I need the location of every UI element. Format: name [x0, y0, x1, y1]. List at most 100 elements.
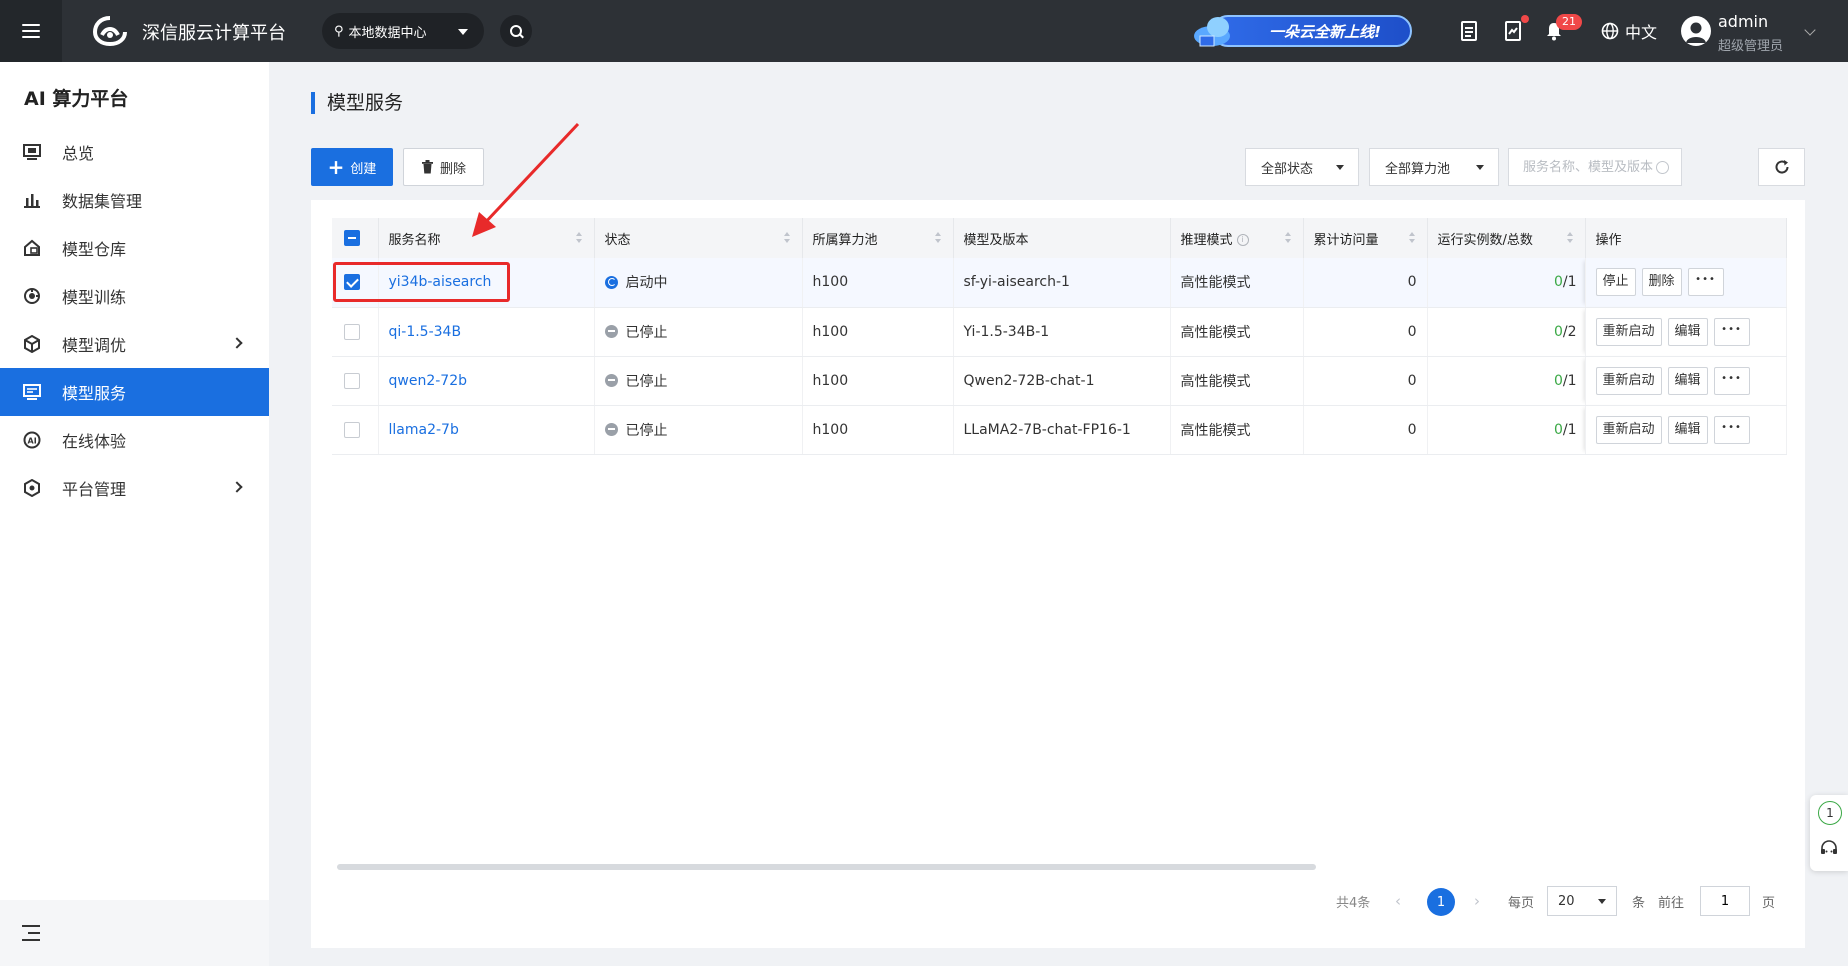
status-text: 已停止: [625, 324, 668, 341]
row-select-cell: [332, 405, 379, 455]
caret-down-icon: [458, 29, 468, 35]
service-name-link[interactable]: llama2-7b: [389, 422, 459, 438]
running-count: 0: [1553, 421, 1563, 438]
annotation-highlight-box: [333, 262, 510, 302]
refresh-icon: [1775, 160, 1789, 174]
chevron-right-icon[interactable]: ›: [1474, 886, 1480, 916]
pool-cell: h100: [802, 307, 954, 357]
actions-cell: 停止 删除: [1584, 258, 1787, 308]
horizontal-scrollbar[interactable]: [337, 864, 1316, 870]
service-table: 服务名称 状态 所属算力池 模型及版本 推理模式 i 累计访问量 运行实例数/总…: [332, 218, 1787, 455]
pool-cell: h100: [802, 356, 954, 406]
model-cell: LLaMA2-7B-chat-FP16-1: [953, 405, 1171, 455]
sidebar-item-training[interactable]: 模型训练: [0, 272, 269, 320]
status-filter-label: 全部状态: [1261, 161, 1314, 177]
more-actions-icon[interactable]: [1687, 268, 1724, 297]
progress-counter[interactable]: 1: [1818, 801, 1842, 825]
row-select-cell: [332, 356, 379, 406]
row-select-cell: [332, 307, 379, 357]
more-actions-icon[interactable]: [1713, 366, 1750, 395]
customer-service-icon[interactable]: [1819, 839, 1839, 859]
edit-button[interactable]: 编辑: [1667, 317, 1708, 346]
more-actions-icon[interactable]: [1713, 415, 1750, 444]
col-header-instances[interactable]: 运行实例数/总数: [1427, 218, 1586, 258]
sort-icon[interactable]: [1566, 232, 1573, 244]
service-name-link[interactable]: qi-1.5-34B: [389, 324, 462, 340]
collapse-menu-icon[interactable]: [22, 925, 40, 941]
table-row[interactable]: llama2-7b 已停止 h100 LLaMA2-7B-chat-FP16-1…: [332, 405, 1787, 455]
restart-button[interactable]: 重新启动: [1595, 317, 1662, 346]
sort-icon[interactable]: [1408, 232, 1415, 244]
service-name-link[interactable]: qwen2-72b: [389, 373, 467, 389]
main-menu-button[interactable]: [0, 0, 62, 62]
sort-icon[interactable]: [783, 232, 790, 244]
pool-filter-select[interactable]: 全部算力池: [1369, 148, 1499, 186]
select-all-checkbox[interactable]: [344, 230, 360, 246]
page-unit-label: 页: [1762, 895, 1776, 911]
sidebar-item-tuning[interactable]: 模型调优: [0, 320, 269, 368]
user-name[interactable]: admin: [1718, 12, 1768, 31]
home-cube-icon: [22, 238, 42, 258]
col-header-status[interactable]: 状态: [594, 218, 803, 258]
col-header-pool[interactable]: 所属算力池: [802, 218, 954, 258]
search-icon: [510, 25, 522, 37]
chevron-left-icon[interactable]: ‹: [1395, 886, 1401, 916]
service-search: [1508, 148, 1682, 186]
delete-row-button[interactable]: 删除: [1641, 268, 1682, 297]
col-header-visits[interactable]: 累计访问量: [1303, 218, 1428, 258]
task-icon[interactable]: [1502, 20, 1524, 42]
floating-toolbar: 1: [1810, 795, 1848, 871]
status-cell: 已停止: [594, 356, 803, 406]
edit-button[interactable]: 编辑: [1667, 366, 1708, 395]
promo-banner[interactable]: 一朵云全新上线!: [1190, 12, 1412, 50]
sidebar-item-online-trial[interactable]: AI 在线体验: [0, 416, 269, 464]
goto-page-input[interactable]: [1700, 886, 1750, 916]
row-checkbox[interactable]: [344, 323, 360, 340]
user-avatar[interactable]: [1681, 16, 1711, 46]
table-row[interactable]: qwen2-72b 已停止 h100 Qwen2-72B-chat-1 高性能模…: [332, 356, 1787, 406]
global-search-button[interactable]: [500, 15, 532, 47]
pool-cell: h100: [802, 405, 954, 455]
sidebar-item-label: 模型仓库: [62, 240, 127, 259]
total-count: /2: [1562, 323, 1577, 340]
visits-cell: 0: [1303, 258, 1428, 308]
sidebar-item-datasets[interactable]: 数据集管理: [0, 176, 269, 224]
info-icon[interactable]: i: [1236, 234, 1249, 246]
instances-cell: 0/1: [1427, 258, 1586, 308]
document-list-icon[interactable]: [1458, 20, 1480, 42]
language-label: 中文: [1625, 23, 1658, 42]
status-filter-select[interactable]: 全部状态: [1245, 148, 1359, 186]
chevron-right-icon: [231, 337, 243, 349]
chevron-down-icon[interactable]: [1804, 24, 1816, 36]
task-alert-dot: [1521, 15, 1529, 23]
total-count: /1: [1562, 274, 1577, 291]
sidebar-item-model-repo[interactable]: 模型仓库: [0, 224, 269, 272]
stop-button[interactable]: 停止: [1595, 268, 1636, 297]
page-size-select[interactable]: 20: [1547, 886, 1617, 916]
restart-button[interactable]: 重新启动: [1595, 415, 1662, 444]
mode-cell: 高性能模式: [1170, 356, 1304, 406]
edit-button[interactable]: 编辑: [1667, 415, 1708, 444]
table-row[interactable]: qi-1.5-34B 已停止 h100 Yi-1.5-34B-1 高性能模式 0…: [332, 307, 1787, 357]
status-text: 已停止: [625, 422, 668, 439]
ai-icon: AI: [22, 430, 42, 450]
refresh-button[interactable]: [1758, 148, 1805, 186]
bar-chart-icon: [22, 190, 42, 210]
language-switch[interactable]: 中文: [1601, 19, 1657, 43]
pagination-current-page[interactable]: 1: [1427, 888, 1455, 916]
row-checkbox[interactable]: [344, 372, 360, 389]
sidebar-item-platform-admin[interactable]: 平台管理: [0, 464, 269, 512]
sort-icon[interactable]: [934, 232, 941, 244]
row-checkbox[interactable]: [344, 421, 360, 438]
table-row[interactable]: yi34b-aisearch 启动中 h100 sf-yi-aisearch-1…: [332, 258, 1787, 308]
create-button[interactable]: + 创建: [311, 148, 393, 186]
sidebar-item-label: 平台管理: [62, 480, 127, 499]
restart-button[interactable]: 重新启动: [1595, 366, 1662, 395]
mode-cell: 高性能模式: [1170, 405, 1304, 455]
sidebar-item-model-service[interactable]: 模型服务: [0, 368, 269, 416]
sidebar-item-overview[interactable]: 总览: [0, 128, 269, 176]
col-header-mode[interactable]: 推理模式 i: [1170, 218, 1304, 258]
more-actions-icon[interactable]: [1713, 317, 1750, 346]
sort-icon[interactable]: [1284, 232, 1291, 244]
datacenter-select[interactable]: ⚲ 本地数据中心: [322, 13, 484, 49]
